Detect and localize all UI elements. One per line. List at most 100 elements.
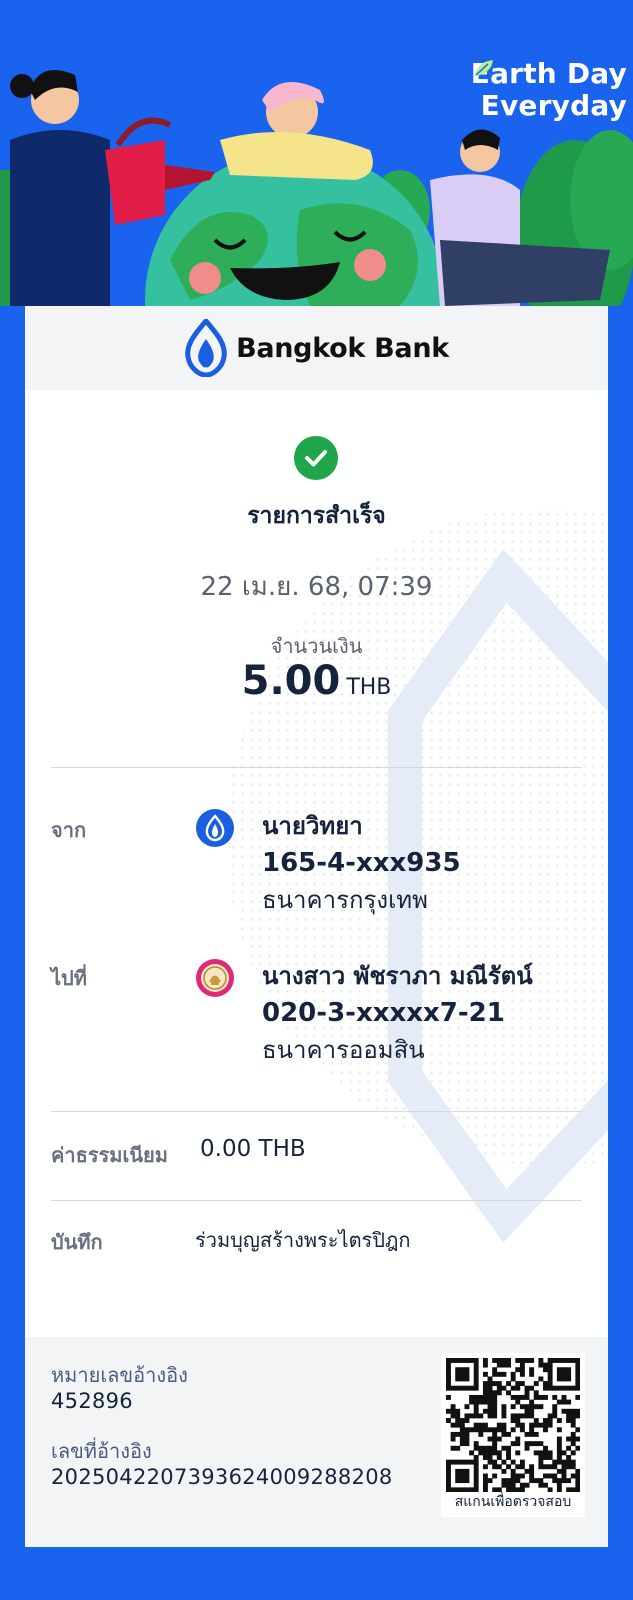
- qr-module: [519, 1367, 525, 1373]
- qr-module: [556, 1478, 562, 1484]
- qr-module: [446, 1376, 451, 1382]
- qr-module: [543, 1367, 548, 1373]
- qr-module: [469, 1358, 475, 1363]
- qr-module: [501, 1385, 507, 1391]
- qr-module: [575, 1381, 580, 1387]
- qr-module: [501, 1362, 507, 1368]
- qr-module: [519, 1473, 525, 1479]
- qr-module: [506, 1445, 511, 1451]
- fee-value: 0.00 THB: [200, 1136, 306, 1162]
- qr-module: [506, 1362, 511, 1368]
- qr-module: [446, 1482, 451, 1488]
- qr-module: [501, 1478, 507, 1484]
- divider: [51, 1111, 582, 1112]
- qr-module: [506, 1358, 511, 1363]
- qr-module: [501, 1459, 507, 1465]
- qr-module: [496, 1455, 502, 1460]
- qr-module: [469, 1427, 475, 1433]
- qr-module: [566, 1385, 572, 1391]
- qr-module: [496, 1436, 502, 1442]
- qr-module: [459, 1422, 465, 1428]
- qr-module: [547, 1455, 553, 1460]
- qr-module: [515, 1473, 521, 1479]
- qr-module: [515, 1422, 521, 1428]
- bank-name: Bangkok Bank: [236, 332, 449, 364]
- qr-module: [556, 1427, 562, 1433]
- qr-code[interactable]: [446, 1358, 580, 1492]
- qr-module: [455, 1473, 461, 1479]
- qr-module: [538, 1459, 544, 1465]
- qr-module: [469, 1413, 475, 1419]
- qr-module: [464, 1385, 470, 1391]
- qr-module: [496, 1427, 502, 1433]
- qr-module: [455, 1376, 461, 1382]
- qr-module: [547, 1464, 553, 1470]
- qr-module: [450, 1445, 456, 1451]
- qr-module: [515, 1464, 521, 1470]
- qr-module: [478, 1450, 484, 1456]
- qr-module: [487, 1445, 493, 1451]
- qr-module: [524, 1408, 530, 1414]
- qr-module: [533, 1390, 539, 1396]
- qr-module: [575, 1371, 580, 1377]
- qr-module: [482, 1427, 488, 1433]
- qr-module: [524, 1482, 530, 1488]
- qr-module: [455, 1468, 461, 1474]
- qr-module: [510, 1385, 516, 1391]
- qr-module: [501, 1427, 507, 1433]
- qr-module: [473, 1482, 479, 1488]
- amount: 5.00 THB: [25, 658, 608, 704]
- qr-module: [561, 1408, 567, 1414]
- qr-module: [510, 1482, 516, 1488]
- qr-module: [510, 1394, 516, 1400]
- qr-module: [473, 1358, 479, 1363]
- qr-module: [496, 1422, 502, 1428]
- qr-module: [543, 1464, 548, 1470]
- government-savings-bank-icon: [196, 959, 234, 997]
- qr-module: [538, 1394, 544, 1400]
- qr-module: [459, 1478, 465, 1484]
- qr-module: [501, 1413, 507, 1419]
- leaf-icon: [474, 60, 493, 76]
- qr-module: [515, 1418, 521, 1423]
- qr-module: [492, 1413, 498, 1419]
- qr-module: [482, 1455, 488, 1460]
- qr-module: [464, 1431, 470, 1437]
- qr-module: [459, 1376, 465, 1382]
- qr-module: [547, 1367, 553, 1373]
- amount-value: 5.00: [241, 658, 341, 704]
- qr-module: [487, 1385, 493, 1391]
- qr-module: [450, 1431, 456, 1437]
- to-bank: ธนาคารออมสิน: [262, 1036, 425, 1064]
- qr-module: [450, 1408, 456, 1414]
- qr-module: [543, 1385, 548, 1391]
- qr-module: [496, 1362, 502, 1368]
- qr-module: [487, 1455, 493, 1460]
- to-account-number: 020-3-xxxxx7-21: [262, 998, 505, 1028]
- qr-module: [524, 1385, 530, 1391]
- qr-module: [487, 1390, 493, 1396]
- qr-module: [538, 1455, 544, 1460]
- verification-qr[interactable]: สแกนเพื่อตรวจสอบ: [441, 1353, 585, 1517]
- qr-module: [482, 1450, 488, 1456]
- qr-module: [464, 1367, 470, 1373]
- qr-module: [482, 1399, 488, 1405]
- qr-module: [515, 1413, 521, 1419]
- qr-module: [524, 1468, 530, 1474]
- qr-module: [519, 1362, 525, 1368]
- qr-module: [556, 1358, 562, 1363]
- qr-module: [547, 1376, 553, 1382]
- qr-module: [459, 1441, 465, 1447]
- qr-module: [469, 1385, 475, 1391]
- qr-module: [501, 1404, 507, 1410]
- qr-module: [482, 1464, 488, 1470]
- qr-module: [478, 1445, 484, 1451]
- qr-module: [570, 1431, 576, 1437]
- qr-module: [575, 1367, 580, 1373]
- qr-module: [496, 1358, 502, 1363]
- qr-module: [543, 1450, 548, 1456]
- qr-module: [575, 1427, 580, 1433]
- qr-module: [492, 1427, 498, 1433]
- qr-module: [455, 1445, 461, 1451]
- qr-module: [496, 1385, 502, 1391]
